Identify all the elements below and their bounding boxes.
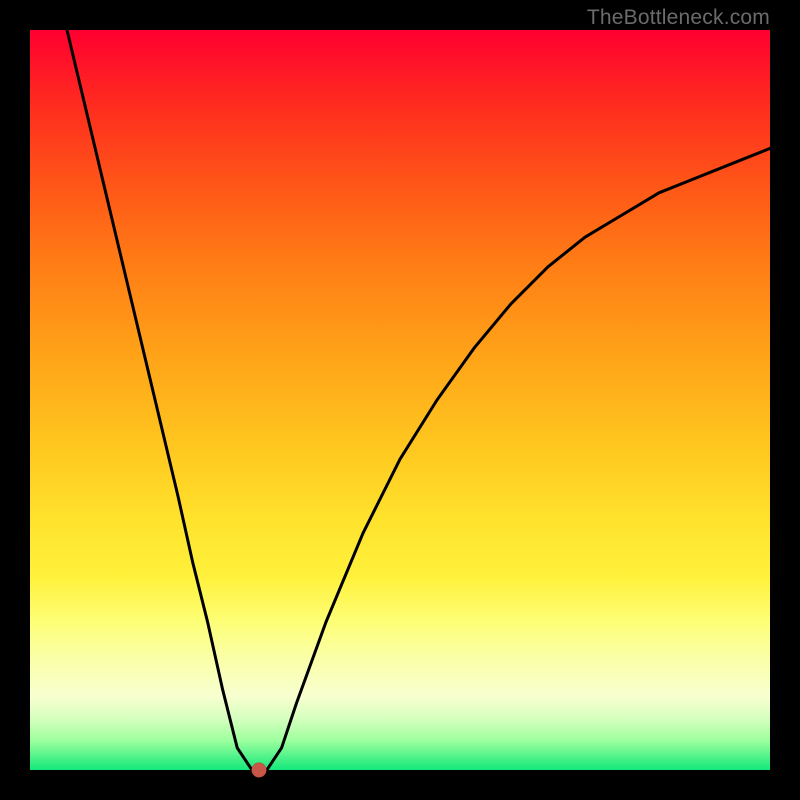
bottleneck-curve bbox=[30, 30, 770, 770]
chart-frame: TheBottleneck.com bbox=[0, 0, 800, 800]
optimum-marker bbox=[252, 763, 267, 778]
plot-area bbox=[30, 30, 770, 770]
watermark-label: TheBottleneck.com bbox=[587, 6, 770, 30]
